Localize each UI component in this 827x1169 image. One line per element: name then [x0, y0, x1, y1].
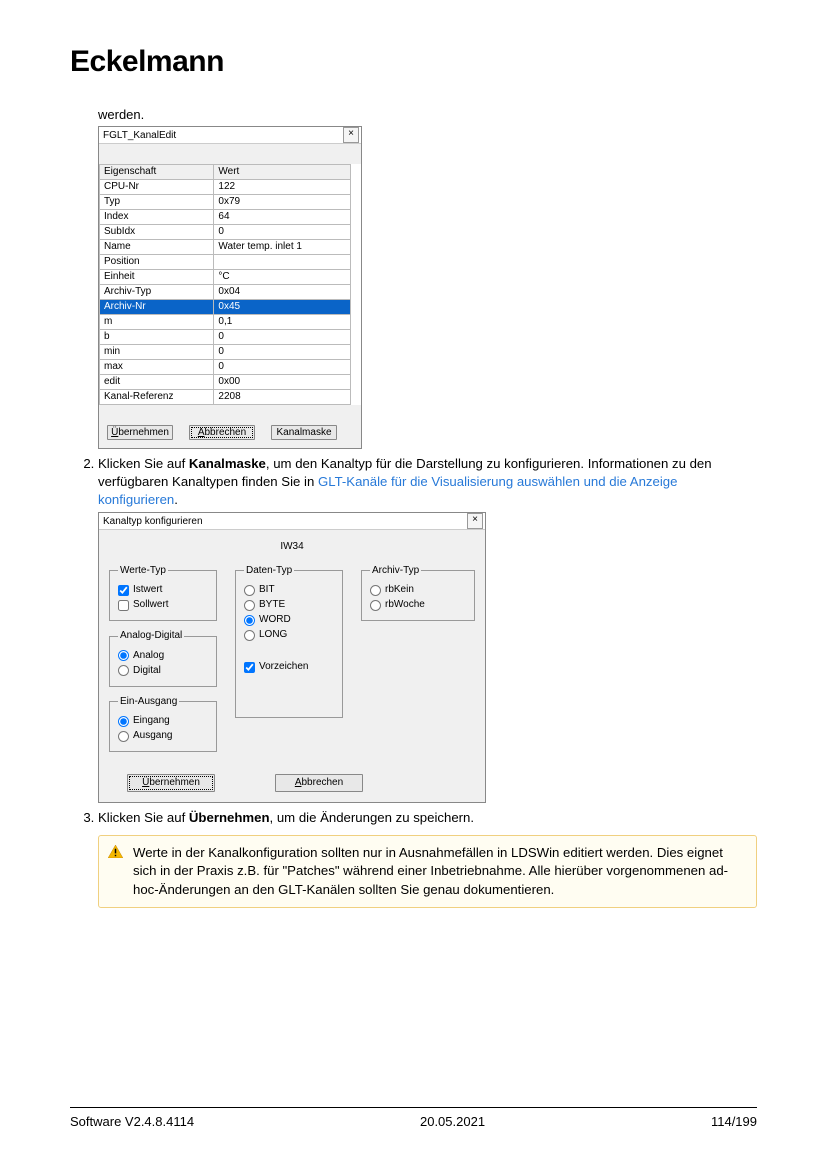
dialog-kanaltyp: Kanaltyp konfigurieren × IW34 Werte-Typ … — [98, 512, 486, 803]
group-daten-typ: Daten-Typ BIT BYTE WORD LONG Vorzeichen — [235, 564, 343, 718]
group-werte-typ: Werte-Typ Istwert Sollwert — [109, 564, 217, 622]
close-icon[interactable]: × — [343, 127, 359, 143]
table-row[interactable]: Archiv-Typ0x04 — [100, 285, 351, 300]
digital-radio[interactable] — [118, 665, 129, 676]
brand-logo: Eckelmann — [70, 45, 757, 79]
step-3: Klicken Sie auf Übernehmen, um die Änder… — [98, 809, 757, 827]
group-archiv-typ: Archiv-Typ rbKein rbWoche — [361, 564, 475, 622]
dialog2-title: Kanaltyp konfigurieren — [103, 515, 203, 529]
table-row[interactable]: NameWater temp. inlet 1 — [100, 240, 351, 255]
warning-icon — [108, 845, 123, 858]
footer-date: 20.05.2021 — [420, 1114, 485, 1129]
cancel-button[interactable]: Abbrechen — [275, 774, 363, 792]
footer-version: Software V2.4.8.4114 — [70, 1114, 194, 1129]
apply-button[interactable]: Übernehmen — [107, 425, 173, 440]
long-radio[interactable] — [244, 630, 255, 641]
table-row[interactable]: Kanal-Referenz2208 — [100, 390, 351, 405]
word-radio[interactable] — [244, 615, 255, 626]
cancel-button[interactable]: Abbrechen — [189, 425, 255, 440]
warning-note: Werte in der Kanalkonfiguration sollten … — [98, 835, 757, 908]
vorzeichen-checkbox[interactable] — [244, 662, 255, 673]
dialog1-title: FGLT_KanalEdit — [103, 130, 176, 141]
table-row[interactable]: SubIdx0 — [100, 225, 351, 240]
warning-text: Werte in der Kanalkonfiguration sollten … — [133, 845, 728, 897]
apply-button[interactable]: Übernehmen — [127, 774, 215, 792]
paragraph-fragment: werden. — [98, 107, 757, 122]
table-row[interactable]: m0,1 — [100, 315, 351, 330]
table-row[interactable]: Archiv-Nr0x45 — [100, 300, 351, 315]
group-analog-digital: Analog-Digital Analog Digital — [109, 629, 217, 687]
rbkein-radio[interactable] — [370, 585, 381, 596]
table-row[interactable]: b0 — [100, 330, 351, 345]
table-row[interactable]: min0 — [100, 345, 351, 360]
table-row[interactable]: Index64 — [100, 210, 351, 225]
dialog-kanaledit: FGLT_KanalEdit × EigenschaftWertCPU-Nr12… — [98, 126, 362, 449]
step-2: Klicken Sie auf Kanalmaske, um den Kanal… — [98, 455, 757, 803]
dialog2-subtitle: IW34 — [109, 540, 475, 554]
rbwoche-radio[interactable] — [370, 600, 381, 611]
table-row[interactable]: Position — [100, 255, 351, 270]
ausgang-radio[interactable] — [118, 731, 129, 742]
group-ein-ausgang: Ein-Ausgang Eingang Ausgang — [109, 695, 217, 753]
analog-radio[interactable] — [118, 650, 129, 661]
byte-radio[interactable] — [244, 600, 255, 611]
bit-radio[interactable] — [244, 585, 255, 596]
table-row[interactable]: max0 — [100, 360, 351, 375]
page-footer: Software V2.4.8.4114 20.05.2021 114/199 — [70, 1107, 757, 1129]
table-row[interactable]: edit0x00 — [100, 375, 351, 390]
property-table: EigenschaftWertCPU-Nr122Typ0x79Index64Su… — [99, 164, 351, 405]
close-icon[interactable]: × — [467, 513, 483, 529]
istwert-checkbox[interactable] — [118, 585, 129, 596]
eingang-radio[interactable] — [118, 716, 129, 727]
table-row[interactable]: Einheit°C — [100, 270, 351, 285]
kanalmaske-button[interactable]: Kanalmaske — [271, 425, 337, 440]
table-row[interactable]: Typ0x79 — [100, 195, 351, 210]
footer-page: 114/199 — [711, 1114, 757, 1129]
sollwert-checkbox[interactable] — [118, 600, 129, 611]
table-row[interactable]: CPU-Nr122 — [100, 180, 351, 195]
